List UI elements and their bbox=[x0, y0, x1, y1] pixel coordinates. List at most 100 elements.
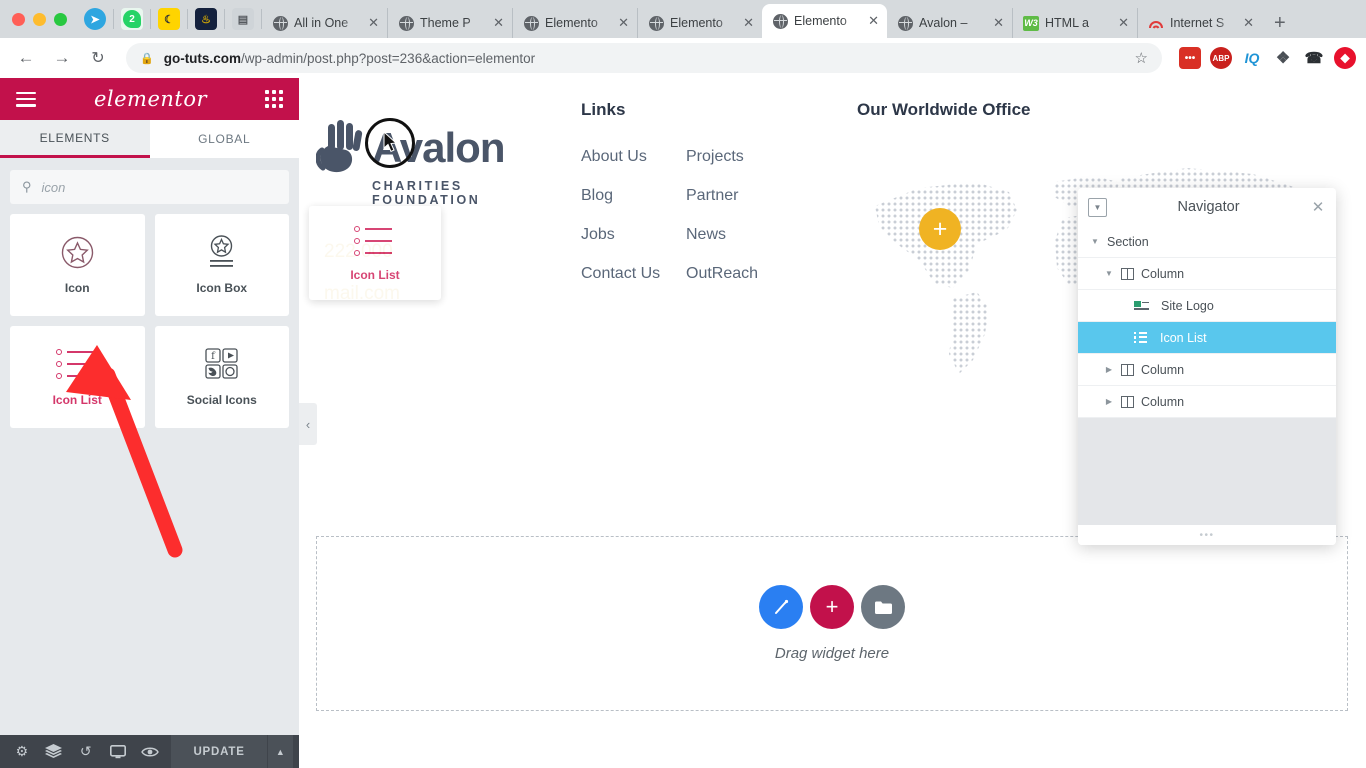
add-section-button[interactable]: + bbox=[810, 585, 854, 629]
empty-section-dropzone[interactable]: + Drag widget here bbox=[316, 536, 1348, 711]
dots-extension-icon[interactable]: ••• bbox=[1179, 47, 1201, 69]
chevron-right-icon[interactable] bbox=[1104, 365, 1114, 374]
search-input[interactable]: ⚲ icon bbox=[10, 170, 289, 204]
call-extension-icon[interactable]: ☎ bbox=[1303, 47, 1325, 69]
icon-list-icon bbox=[56, 347, 98, 381]
close-window-button[interactable] bbox=[12, 12, 25, 26]
iq-extension-icon[interactable]: IQ bbox=[1241, 47, 1263, 69]
panel-collapse-handle[interactable]: ‹ bbox=[299, 403, 317, 445]
browser-tab-active[interactable]: Elemento ✕ bbox=[762, 4, 887, 38]
page-content: Avalon CHARITIES FOUNDATION 222 000 mail… bbox=[0, 78, 1366, 768]
site-logo[interactable]: Avalon bbox=[315, 120, 576, 176]
navigator-item-icon-list[interactable]: Icon List bbox=[1078, 322, 1336, 354]
arc-icon bbox=[1148, 15, 1164, 31]
footer-link-blog[interactable]: Blog bbox=[581, 187, 686, 205]
browser-tab-5[interactable]: Avalon – ✕ bbox=[887, 8, 1012, 38]
bookmark-star-icon[interactable]: ☆ bbox=[1135, 49, 1148, 67]
tab-elements[interactable]: ELEMENTS bbox=[0, 120, 150, 158]
layers-navigator-icon[interactable] bbox=[38, 735, 70, 768]
tab-close-icon[interactable]: ✕ bbox=[366, 15, 381, 31]
footer-link-news[interactable]: News bbox=[686, 226, 861, 244]
adblock-plus-icon[interactable]: ABP bbox=[1210, 47, 1232, 69]
browser-tab-1[interactable]: Theme P ✕ bbox=[387, 8, 512, 38]
url-host: go-tuts.com bbox=[163, 50, 241, 66]
footer-link-jobs[interactable]: Jobs bbox=[581, 226, 686, 244]
navigator-item-site-logo[interactable]: Site Logo bbox=[1078, 290, 1336, 322]
tab-global[interactable]: GLOBAL bbox=[150, 120, 300, 158]
add-template-magic-button[interactable] bbox=[759, 585, 803, 629]
app-grid-icon[interactable] bbox=[265, 90, 283, 108]
dark-app-icon[interactable]: ♨ bbox=[195, 8, 217, 30]
forward-button[interactable]: → bbox=[46, 42, 78, 74]
tab-close-icon[interactable]: ✕ bbox=[741, 15, 756, 31]
chevron-down-icon[interactable] bbox=[1104, 269, 1114, 278]
browser-tab-7[interactable]: Internet S ✕ bbox=[1137, 8, 1262, 38]
update-options-caret-icon[interactable]: ▲ bbox=[266, 735, 294, 768]
links-grid: About Us Projects Blog Partner Jobs News… bbox=[581, 148, 861, 283]
widget-social-icons[interactable]: f Social Icons bbox=[154, 326, 289, 428]
tab-close-icon[interactable]: ✕ bbox=[491, 15, 506, 31]
navigator-item-column-1[interactable]: Column bbox=[1078, 258, 1336, 290]
browser-tab-3[interactable]: Elemento ✕ bbox=[637, 8, 762, 38]
tab-close-icon[interactable]: ✕ bbox=[616, 15, 631, 31]
lock-icon: 🔒 bbox=[140, 52, 154, 65]
globe-icon bbox=[272, 15, 288, 31]
navigator-item-column-2[interactable]: Column bbox=[1078, 354, 1336, 386]
minimize-window-button[interactable] bbox=[33, 12, 46, 26]
tab-close-icon[interactable]: ✕ bbox=[1116, 15, 1131, 31]
gray-app-icon[interactable]: ▤ bbox=[232, 8, 254, 30]
plus-pin-icon[interactable]: + bbox=[919, 208, 961, 250]
address-bar[interactable]: 🔒 go-tuts.com /wp-admin/post.php?post=23… bbox=[126, 43, 1162, 73]
widget-icon[interactable]: Icon bbox=[10, 214, 145, 316]
hamburger-icon[interactable] bbox=[16, 91, 36, 107]
navigator-title: Navigator bbox=[1177, 199, 1240, 215]
browser-tab-0[interactable]: All in One ✕ bbox=[262, 8, 387, 38]
navigator-resize-grip[interactable]: ••• bbox=[1078, 525, 1336, 545]
record-extension-icon[interactable]: ⬥ bbox=[1334, 47, 1356, 69]
widget-label: Icon List bbox=[52, 393, 102, 407]
footer-link-partner[interactable]: Partner bbox=[686, 187, 861, 205]
update-button[interactable]: UPDATE bbox=[171, 735, 267, 768]
widget-icon-list[interactable]: Icon List bbox=[10, 326, 145, 428]
puzzle-extensions-icon[interactable]: ❖ bbox=[1272, 47, 1294, 69]
footer-link-about-us[interactable]: About Us bbox=[581, 148, 686, 166]
add-library-folder-button[interactable] bbox=[861, 585, 905, 629]
tab-close-icon[interactable]: ✕ bbox=[991, 15, 1006, 31]
icon-list-icon bbox=[354, 224, 396, 258]
preview-eye-icon[interactable] bbox=[134, 735, 166, 768]
reload-button[interactable]: ↻ bbox=[82, 42, 114, 74]
responsive-mode-icon[interactable] bbox=[102, 735, 134, 768]
dock-toggle-icon[interactable]: ▼ bbox=[1088, 197, 1107, 217]
close-icon[interactable]: ✕ bbox=[1310, 198, 1326, 216]
divider bbox=[113, 9, 114, 29]
back-button[interactable]: ← bbox=[10, 42, 42, 74]
map-column-title: Our Worldwide Office bbox=[857, 100, 1031, 119]
footer-link-outreach[interactable]: OutReach bbox=[686, 265, 861, 283]
whatsapp-icon[interactable]: 2 bbox=[121, 8, 143, 30]
footer-link-projects[interactable]: Projects bbox=[686, 148, 861, 166]
cookie-icon[interactable]: ☾ bbox=[158, 8, 180, 30]
settings-gear-icon[interactable]: ⚙ bbox=[6, 735, 38, 768]
browser-tab-6[interactable]: W3 HTML a ✕ bbox=[1012, 8, 1137, 38]
tab-close-icon[interactable]: ✕ bbox=[1241, 15, 1256, 31]
footer-link-contact-us[interactable]: Contact Us bbox=[581, 265, 686, 283]
browser-tabstrip: ➤ 2 ☾ ♨ ▤ All in One ✕ Theme P ✕ Element… bbox=[0, 0, 1366, 38]
column-icon bbox=[1121, 267, 1134, 280]
w3c-icon: W3 bbox=[1023, 15, 1039, 31]
navigator-tree: Section Column Site Logo bbox=[1078, 226, 1336, 525]
history-icon[interactable]: ↺ bbox=[70, 735, 102, 768]
elementor-panel-header: elementor bbox=[0, 78, 299, 120]
widget-icon-box[interactable]: Icon Box bbox=[154, 214, 289, 316]
chevron-down-icon[interactable] bbox=[1090, 237, 1100, 246]
tab-title: Elemento bbox=[670, 16, 723, 30]
navigator-item-section[interactable]: Section bbox=[1078, 226, 1336, 258]
site-logo-icon bbox=[1134, 300, 1149, 311]
navigator-item-column-3[interactable]: Column bbox=[1078, 386, 1336, 418]
browser-tab-2[interactable]: Elemento ✕ bbox=[512, 8, 637, 38]
maximize-window-button[interactable] bbox=[54, 12, 67, 26]
elementor-canvas: Avalon CHARITIES FOUNDATION 222 000 mail… bbox=[299, 78, 1366, 768]
chevron-right-icon[interactable] bbox=[1104, 397, 1114, 406]
telegram-icon[interactable]: ➤ bbox=[84, 8, 106, 30]
tab-close-icon[interactable]: ✕ bbox=[866, 13, 881, 29]
new-tab-button[interactable]: + bbox=[1262, 8, 1298, 38]
